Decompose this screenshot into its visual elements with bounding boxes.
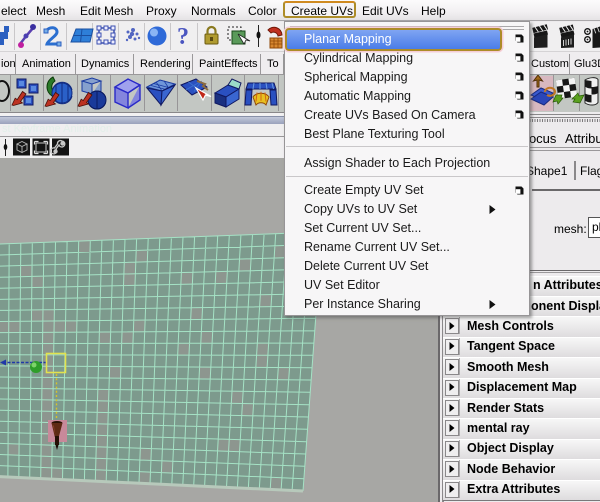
- svg-text:Animation: Animation: [22, 58, 71, 70]
- svg-text:To: To: [267, 58, 279, 70]
- svg-text:Dynamics: Dynamics: [81, 58, 130, 70]
- svg-text:Rendering: Rendering: [140, 58, 191, 70]
- svg-text:Custom: Custom: [531, 58, 569, 70]
- svg-text:ion: ion: [1, 58, 16, 70]
- svg-text:Glu3D: Glu3D: [574, 58, 600, 70]
- svg-text:PaintEffects: PaintEffects: [199, 58, 258, 70]
- svg-text:?: ?: [177, 24, 189, 50]
